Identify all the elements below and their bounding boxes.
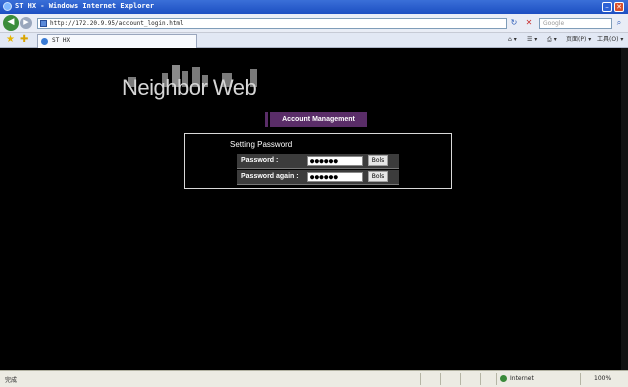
password-again-button[interactable]: Bols: [368, 171, 388, 182]
tab-bar: ★ ✚ ST HX ⌂ ▾ ☰ ▾ ⎙ ▾ 页面(P) ▾ 工具(O) ▾: [0, 33, 628, 48]
address-text: http://172.20.9.95/account_login.html: [50, 20, 184, 27]
password-field[interactable]: ●●●●●●: [307, 156, 363, 166]
ie-logo-icon: [3, 2, 12, 11]
zoom-level[interactable]: 100%: [594, 375, 611, 382]
password-row: Password : ●●●●●● Bols: [237, 154, 399, 169]
close-icon[interactable]: ✕: [614, 2, 624, 12]
status-bar: 完成 Internet 100%: [0, 370, 628, 387]
home-icon[interactable]: ⌂ ▾: [508, 35, 517, 45]
search-icon[interactable]: ⌕: [614, 18, 624, 28]
arrow-left-icon: ◀: [7, 17, 15, 27]
address-bar[interactable]: http://172.20.9.95/account_login.html: [37, 18, 507, 29]
password-again-row: Password again : ●●●●●● Bols: [237, 170, 399, 185]
tools-menu[interactable]: 工具(O) ▾: [597, 35, 623, 45]
status-text: 完成: [5, 377, 18, 384]
add-favorite-icon[interactable]: ✚: [20, 34, 28, 46]
search-input[interactable]: Google: [539, 18, 612, 29]
window-titlebar: ST HX - Windows Internet Explorer – ✕: [0, 0, 628, 14]
zone-text: Internet: [510, 375, 534, 382]
logo-text: Neighbor Web: [122, 75, 257, 100]
print-icon[interactable]: ⎙ ▾: [547, 35, 557, 45]
feeds-icon[interactable]: ☰ ▾: [527, 35, 537, 45]
page-menu[interactable]: 页面(P) ▾: [566, 35, 591, 45]
favorites-star-icon[interactable]: ★: [6, 34, 15, 46]
account-management-header: Account Management: [265, 112, 367, 127]
scrollbar[interactable]: [621, 48, 628, 370]
setting-password-panel: Setting Password Password : ●●●●●● Bols …: [184, 133, 452, 189]
password-label: Password :: [241, 157, 279, 164]
stop-icon[interactable]: ✕: [524, 18, 534, 28]
password-button[interactable]: Bols: [368, 155, 388, 166]
tab-st-hx[interactable]: ST HX: [37, 34, 197, 48]
back-button[interactable]: ◀: [3, 15, 19, 31]
password-again-field[interactable]: ●●●●●●: [307, 172, 363, 182]
page-icon: [40, 20, 47, 27]
window-title: ST HX - Windows Internet Explorer: [15, 2, 155, 10]
tab-label: ST HX: [52, 37, 71, 44]
arrow-right-icon: ▶: [23, 18, 29, 26]
navigation-bar: ◀ ▶ http://172.20.9.95/account_login.htm…: [0, 14, 628, 33]
minimize-icon[interactable]: –: [602, 2, 612, 12]
tab-page-icon: [41, 38, 48, 45]
page-content: [0, 48, 628, 370]
panel-title: Setting Password: [230, 140, 293, 149]
refresh-icon[interactable]: ↻: [509, 18, 519, 28]
neighbor-web-logo: Neighbor Web: [122, 57, 272, 103]
password-again-label: Password again :: [241, 173, 299, 180]
forward-button[interactable]: ▶: [20, 17, 32, 29]
internet-zone-icon: [500, 375, 507, 382]
